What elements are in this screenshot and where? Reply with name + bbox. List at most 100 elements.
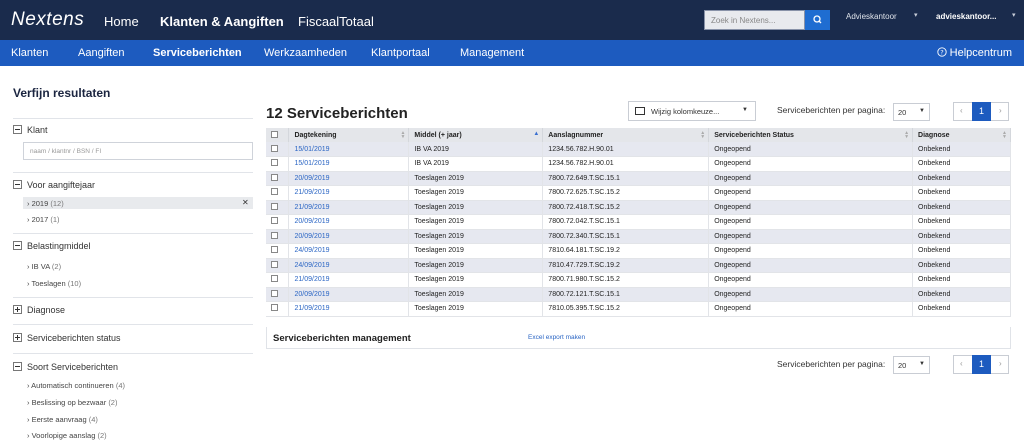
clear-filter-icon[interactable]: ✕	[242, 198, 249, 207]
subnav-klantportaal[interactable]: Klantportaal	[371, 47, 430, 59]
collapse-icon	[13, 241, 22, 250]
table-cell: 7810.05.395.T.SC.15.2	[542, 301, 710, 317]
table-cell: 7810.64.181.T.SC.19.2	[542, 243, 710, 259]
select-all-checkbox[interactable]	[271, 130, 278, 138]
next-page-button[interactable]: ›	[999, 106, 1002, 115]
table-cell[interactable]: 20/09/2019	[288, 287, 410, 302]
row-checkbox[interactable]	[271, 289, 278, 297]
office-menu[interactable]: Advieskantoor	[846, 12, 897, 21]
row-select-cell	[266, 243, 290, 259]
sub-nav: Klanten Aangiften Serviceberichten Werkz…	[0, 40, 1024, 66]
filter-item-automatisch[interactable]: › Automatisch continueren (4)	[27, 381, 125, 390]
filter-diagnose-toggle[interactable]: Diagnose	[13, 305, 65, 315]
prev-page-button[interactable]: ‹	[960, 106, 963, 115]
search-button[interactable]	[805, 10, 830, 30]
per-page-select[interactable]: 20 ▼	[893, 356, 930, 374]
row-checkbox[interactable]	[271, 202, 278, 210]
prev-page-button[interactable]: ‹	[960, 359, 963, 368]
current-page[interactable]: 1	[972, 102, 991, 121]
nav-klanten-aangiften[interactable]: Klanten & Aangiften	[160, 14, 284, 29]
table-cell[interactable]: 20/09/2019	[288, 229, 410, 244]
table-row[interactable]: 20/09/2019 Toeslagen 2019 7800.72.121.T.SC…	[266, 287, 1011, 302]
table-cell: Onbekend	[912, 258, 1011, 273]
table-cell[interactable]: 21/09/2019	[288, 272, 410, 288]
table-cell[interactable]: 24/09/2019	[288, 258, 410, 273]
table-cell[interactable]: 15/01/2019	[288, 142, 410, 157]
row-select-cell	[266, 214, 290, 230]
filter-item-2019[interactable]: › 2019 (12)	[23, 197, 253, 209]
table-header: Dagtekening ▲ ▼ Middel (+ jaar) ▲ Aanslagnu…	[266, 128, 1011, 142]
column-header[interactable]: Aanslagnummer ▲ ▼	[542, 128, 710, 142]
subnav-klanten[interactable]: Klanten	[11, 47, 48, 59]
row-checkbox[interactable]	[271, 275, 278, 283]
current-page[interactable]: 1	[972, 355, 991, 374]
filter-item-2017[interactable]: › 2017 (1)	[27, 215, 60, 224]
column-header[interactable]: Dagtekening ▲ ▼	[288, 128, 410, 142]
table-row[interactable]: 21/09/2019 Toeslagen 2019 7800.71.980.T.SC…	[266, 272, 1011, 288]
table-row[interactable]: 21/09/2019 Toeslagen 2019 7800.72.625.T.SC…	[266, 185, 1011, 201]
row-select-cell	[266, 301, 290, 317]
help-icon: ?	[936, 47, 947, 57]
filter-item-eerste[interactable]: › Eerste aanvraag (4)	[27, 415, 98, 424]
filter-jaar-toggle[interactable]: Voor aangiftejaar	[13, 180, 95, 190]
subnav-werkzaamheden[interactable]: Werkzaamheden	[264, 47, 347, 59]
row-select-cell	[266, 185, 290, 201]
row-checkbox[interactable]	[271, 173, 278, 181]
filter-item-beslissing[interactable]: › Beslissing op bezwaar (2)	[27, 398, 117, 407]
table-row[interactable]: 20/09/2019 Toeslagen 2019 7800.72.042.T.SC…	[266, 214, 1011, 230]
table-cell[interactable]: 20/09/2019	[288, 214, 410, 230]
excel-export-link[interactable]: Excel export maken	[528, 334, 585, 341]
row-checkbox[interactable]	[271, 246, 278, 254]
table-row[interactable]: 21/09/2019 Toeslagen 2019 7800.72.418.T.SC…	[266, 200, 1011, 215]
per-page-select[interactable]: 20 ▼	[893, 103, 930, 121]
management-title: Serviceberichten management	[273, 333, 411, 344]
table-row[interactable]: 21/09/2019 Toeslagen 2019 7810.05.395.T.SC…	[266, 301, 1011, 317]
table-row[interactable]: 20/09/2019 Toeslagen 2019 7800.72.649.T.SC…	[266, 171, 1011, 186]
column-header[interactable]: Middel (+ jaar) ▲	[408, 128, 544, 142]
row-checkbox[interactable]	[271, 217, 278, 225]
row-checkbox[interactable]	[271, 159, 278, 167]
subnav-aangiften[interactable]: Aangiften	[78, 47, 124, 59]
table-row[interactable]: 15/01/2019 IB VA 2019 1234.56.782.H.90.01 O…	[266, 156, 1011, 172]
table-cell: Ongeopend	[708, 214, 914, 230]
row-checkbox[interactable]	[271, 231, 278, 239]
column-header[interactable]: Serviceberichten Status ▲ ▼	[708, 128, 914, 142]
filter-soort-toggle[interactable]: Soort Serviceberichten	[13, 362, 118, 372]
user-menu[interactable]: advieskantoor...	[936, 12, 996, 21]
klant-search-input[interactable]: naam / klantnr / BSN / FI	[23, 142, 253, 160]
table-cell[interactable]: 21/09/2019	[288, 185, 410, 201]
nav-home[interactable]: Home	[104, 14, 139, 29]
filter-item-ibva[interactable]: › IB VA (2)	[27, 262, 61, 271]
table-row[interactable]: 15/01/2019 IB VA 2019 1234.56.782.H.90.01 O…	[266, 142, 1011, 157]
column-select[interactable]: Wijzig kolomkeuze... ▼	[628, 101, 756, 121]
row-checkbox[interactable]	[271, 144, 278, 152]
column-header[interactable]: Diagnose ▲ ▼	[912, 128, 1011, 142]
pagination: ‹ 1 ›	[953, 102, 1009, 121]
filter-middel-toggle[interactable]: Belastingmiddel	[13, 241, 91, 251]
subnav-management[interactable]: Management	[460, 47, 524, 59]
row-checkbox[interactable]	[271, 188, 278, 196]
nav-fiscaaltotaal[interactable]: FiscaalTotaal	[298, 14, 374, 29]
table-row[interactable]: 24/09/2019 Toeslagen 2019 7810.47.729.T.SC…	[266, 258, 1011, 273]
table-cell[interactable]: 24/09/2019	[288, 243, 410, 259]
table-cell[interactable]: 21/09/2019	[288, 200, 410, 215]
row-checkbox[interactable]	[271, 260, 278, 268]
filter-item-voorlopige[interactable]: › Voorlopige aanslag (2)	[27, 431, 107, 440]
row-select-cell	[266, 200, 290, 215]
table-row[interactable]: 24/09/2019 Toeslagen 2019 7810.64.181.T.SC…	[266, 243, 1011, 259]
table-cell: Ongeopend	[708, 272, 914, 288]
help-link[interactable]: ? Helpcentrum	[936, 47, 1012, 59]
table-cell[interactable]: 21/09/2019	[288, 301, 410, 317]
filter-item-toeslagen[interactable]: › Toeslagen (10)	[27, 279, 81, 288]
filter-status-toggle[interactable]: Serviceberichten status	[13, 333, 121, 343]
table-cell[interactable]: 15/01/2019	[288, 156, 410, 172]
table-cell[interactable]: 20/09/2019	[288, 171, 410, 186]
collapse-icon	[13, 125, 22, 134]
table-cell: Onbekend	[912, 272, 1011, 288]
subnav-serviceberichten[interactable]: Serviceberichten	[153, 47, 242, 59]
next-page-button[interactable]: ›	[999, 359, 1002, 368]
table-row[interactable]: 20/09/2019 Toeslagen 2019 7800.72.340.T.SC…	[266, 229, 1011, 244]
filter-klant-toggle[interactable]: Klant	[13, 125, 48, 135]
search-input[interactable]: Zoek in Nextens...	[704, 10, 805, 30]
row-checkbox[interactable]	[271, 304, 278, 312]
